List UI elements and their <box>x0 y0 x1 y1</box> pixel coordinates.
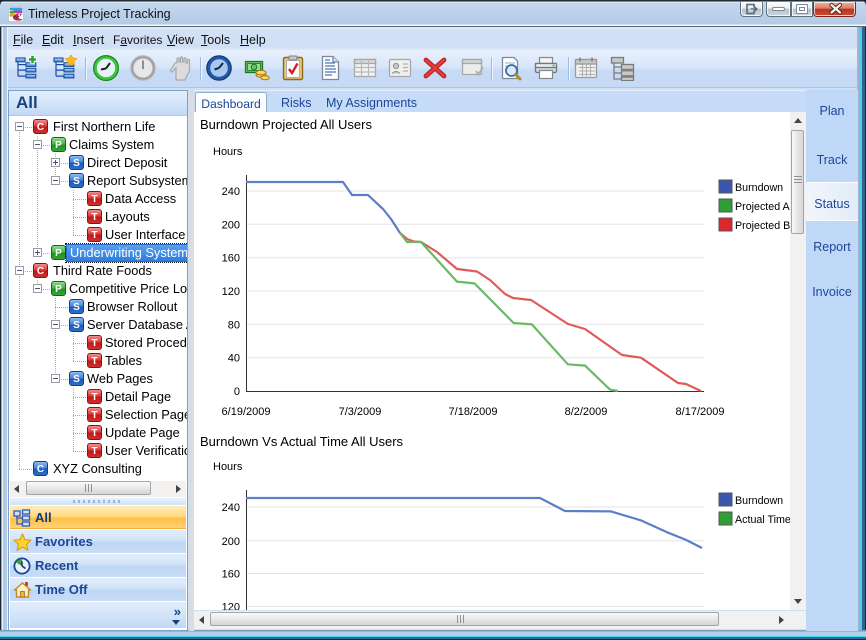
svg-text:7/18/2009: 7/18/2009 <box>449 406 498 418</box>
svg-text:Actual Time: Actual Time <box>735 514 790 526</box>
svg-text:200: 200 <box>222 536 240 548</box>
svg-text:8/2/2009: 8/2/2009 <box>565 406 608 418</box>
svg-text:160: 160 <box>222 569 240 581</box>
svg-text:0: 0 <box>234 386 240 398</box>
svg-text:120: 120 <box>222 601 240 610</box>
svg-text:40: 40 <box>228 353 240 365</box>
svg-text:Burndown: Burndown <box>735 495 783 507</box>
svg-text:240: 240 <box>222 502 240 514</box>
svg-text:6/19/2009: 6/19/2009 <box>222 406 271 418</box>
svg-text:80: 80 <box>228 319 240 331</box>
svg-text:Projected B: Projected B <box>735 220 790 232</box>
svg-text:160: 160 <box>222 253 240 265</box>
svg-text:200: 200 <box>222 219 240 231</box>
svg-text:Burndown: Burndown <box>735 182 783 194</box>
svg-text:7/3/2009: 7/3/2009 <box>339 406 382 418</box>
svg-text:120: 120 <box>222 286 240 298</box>
svg-text:Projected A: Projected A <box>735 201 790 213</box>
svg-text:8/17/2009: 8/17/2009 <box>676 406 725 418</box>
svg-text:240: 240 <box>222 186 240 198</box>
